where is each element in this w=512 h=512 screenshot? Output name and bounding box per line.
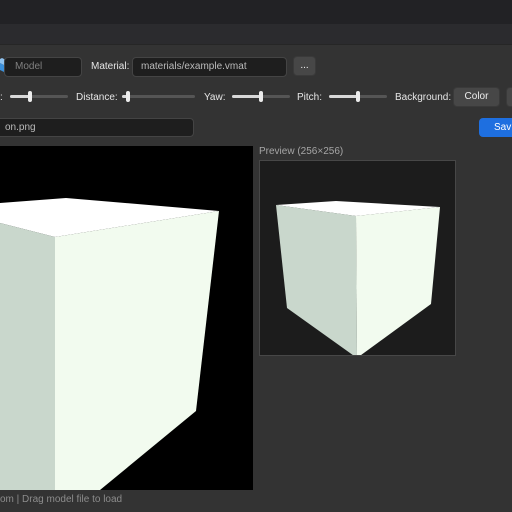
background-label: Background: [395,92,452,103]
cube-right-face [55,211,219,490]
fov-slider[interactable] [10,90,68,104]
save-button[interactable]: Sav [479,118,512,137]
render-viewport[interactable] [0,146,253,490]
fov-label: : [0,92,3,103]
slider-thumb[interactable] [259,91,263,102]
pitch-label: Pitch: [297,92,323,103]
distance-slider[interactable] [122,90,195,104]
output-filename-input[interactable]: on.png [0,118,194,137]
preview-cube-right-face [356,207,440,355]
preview-label: Preview (256×256) [259,146,344,157]
yaw-slider[interactable] [232,90,290,104]
slider-thumb[interactable] [126,91,130,102]
model-input[interactable]: Model [4,57,82,77]
preview-panel [259,160,456,356]
browse-material-button[interactable]: ... [293,56,316,76]
background-secondary-button[interactable] [506,87,512,107]
preview-cube-left-face [276,205,357,355]
menu-bar [0,24,512,45]
preview-cube [276,201,440,355]
background-color-button[interactable]: Color [453,87,500,107]
cube-left-face [0,223,55,490]
cube-render [0,198,219,490]
status-text: om | Drag model file to load [0,494,123,505]
material-input[interactable]: materials/example.vmat [132,57,287,77]
slider-thumb[interactable] [28,91,32,102]
slider-fill [329,95,358,98]
distance-label: Distance: [76,92,118,103]
yaw-label: Yaw: [204,92,226,103]
title-bar [0,0,512,24]
slider-fill [232,95,261,98]
slider-track[interactable] [122,95,195,98]
slider-thumb[interactable] [356,91,360,102]
material-label: Material: [91,61,130,72]
slider-fill [10,95,30,98]
pitch-slider[interactable] [329,90,387,104]
